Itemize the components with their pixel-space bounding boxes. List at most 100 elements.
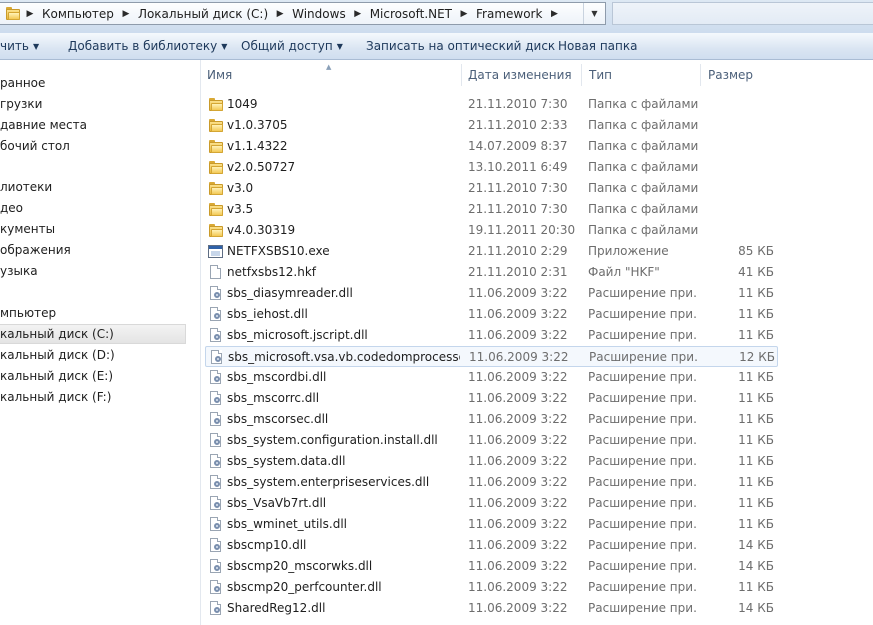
file-row[interactable]: v1.0.3705 21.11.2010 2:33 Папка с файлами [205, 115, 778, 136]
column-divider[interactable] [461, 64, 462, 86]
file-row[interactable]: sbs_VsaVb7rt.dll 11.06.2009 3:22 Расширени… [205, 493, 778, 514]
breadcrumb-separator[interactable]: ▶ [274, 9, 286, 19]
file-type: Папка с файлами [588, 181, 698, 195]
breadcrumb-computer[interactable]: Компьютер [36, 7, 120, 21]
file-name: sbs_wminet_utils.dll [227, 517, 347, 531]
file-row[interactable]: sbs_system.configuration.install.dll 11.0… [205, 430, 778, 451]
add-to-library-label: Добавить в библиотеку [68, 39, 218, 53]
file-row[interactable]: NETFXSBS10.exe 21.11.2010 2:29 Приложение 8… [205, 241, 778, 262]
file-row[interactable]: sbs_microsoft.vsa.vb.codedomprocessor...… [205, 346, 778, 367]
chevron-down-icon[interactable]: ▼ [583, 3, 605, 24]
file-row[interactable]: netfxsbs12.hkf 21.11.2010 2:31 Файл "HKF" 4… [205, 262, 778, 283]
breadcrumb-framework[interactable]: Framework [470, 7, 548, 21]
file-row[interactable]: sbs_microsoft.jscript.dll 11.06.2009 3:22… [205, 325, 778, 346]
file-type: Расширение при... [588, 454, 698, 468]
breadcrumb-local-disk-c[interactable]: Локальный диск (C:) [132, 7, 274, 21]
file-name: 1049 [227, 97, 258, 111]
dll-icon [208, 391, 224, 406]
file-size: 11 КБ [738, 307, 774, 321]
column-header-name[interactable]: Имя [207, 62, 232, 88]
file-row[interactable]: sbs_diasymreader.dll 11.06.2009 3:22 Расши… [205, 283, 778, 304]
dll-icon [208, 307, 224, 322]
new-folder-button[interactable]: Новая папка [558, 39, 637, 53]
file-size: 11 КБ [738, 517, 774, 531]
file-row[interactable]: sbscmp10.dll 11.06.2009 3:22 Расширение пр… [205, 535, 778, 556]
dll-icon [208, 559, 224, 574]
address-bar[interactable]: ▶ Компьютер ▶ Локальный диск (C:) ▶ Wind… [0, 2, 606, 25]
nav-item-downloads[interactable]: грузки [0, 94, 42, 114]
file-row[interactable]: v2.0.50727 13.10.2011 6:49 Папка с файлами [205, 157, 778, 178]
nav-item-video[interactable]: део [0, 198, 23, 218]
file-row[interactable]: SharedReg12.dll 11.06.2009 3:22 Расширение… [205, 598, 778, 619]
file-size [705, 115, 774, 136]
breadcrumb-separator[interactable]: ▶ [352, 9, 364, 19]
breadcrumb-separator[interactable]: ▶ [24, 9, 36, 19]
file-row[interactable]: sbs_mscordbi.dll 11.06.2009 3:22 Расширени… [205, 367, 778, 388]
file-size: 12 КБ [739, 350, 775, 364]
file-row[interactable]: sbs_mscorsec.dll 11.06.2009 3:22 Расширени… [205, 409, 778, 430]
nav-item-local-disk-c[interactable]: кальный диск (C:) [0, 324, 186, 344]
column-header-type[interactable]: Тип [589, 62, 612, 88]
file-type: Расширение при... [588, 475, 698, 489]
breadcrumb-separator[interactable]: ▶ [120, 9, 132, 19]
file-row[interactable]: sbs_iehost.dll 11.06.2009 3:22 Расширение … [205, 304, 778, 325]
burn-button[interactable]: Записать на оптический диск [366, 39, 555, 53]
dll-icon [208, 475, 224, 490]
file-row[interactable]: v1.1.4322 14.07.2009 8:37 Папка с файлами [205, 136, 778, 157]
file-row[interactable]: sbscmp20_perfcounter.dll 11.06.2009 3:22 Р… [205, 577, 778, 598]
file-type: Расширение при... [588, 517, 698, 531]
file-size: 11 КБ [738, 580, 774, 594]
file-row[interactable]: 1049 21.11.2010 7:30 Папка с файлами [205, 94, 778, 115]
column-header-size[interactable]: Размер [708, 62, 753, 88]
organize-button[interactable]: чить ▼ [0, 39, 39, 53]
file-type: Расширение при... [588, 328, 698, 342]
breadcrumb-separator[interactable]: ▶ [548, 9, 560, 19]
file-row[interactable]: sbs_system.data.dll 11.06.2009 3:22 Расшир… [205, 451, 778, 472]
search-box[interactable] [612, 2, 873, 25]
file-row[interactable]: sbs_wminet_utils.dll 11.06.2009 3:22 Расши… [205, 514, 778, 535]
file-row[interactable]: v4.0.30319 19.11.2011 20:30 Папка с файлам… [205, 220, 778, 241]
file-row[interactable]: sbs_system.enterpriseservices.dll 11.06.2… [205, 472, 778, 493]
nav-item-libraries[interactable]: лиотеки [0, 177, 52, 197]
nav-item-local-disk-d[interactable]: кальный диск (D:) [0, 345, 115, 365]
breadcrumb-microsoft-net[interactable]: Microsoft.NET [364, 7, 458, 21]
breadcrumb-windows[interactable]: Windows [286, 7, 352, 21]
nav-item-desktop[interactable]: бочий стол [0, 136, 70, 156]
file-name: netfxsbs12.hkf [227, 265, 317, 279]
column-divider[interactable] [581, 64, 582, 86]
add-to-library-button[interactable]: Добавить в библиотеку ▼ [68, 39, 227, 53]
file-name: NETFXSBS10.exe [227, 244, 330, 258]
dll-icon [208, 580, 224, 595]
chevron-down-icon: ▼ [32, 42, 40, 51]
folder-icon [208, 97, 224, 112]
folder-icon [208, 118, 224, 133]
file-row[interactable]: v3.0 21.11.2010 7:30 Папка с файлами [205, 178, 778, 199]
column-header-date[interactable]: Дата изменения [468, 62, 572, 88]
nav-item-computer[interactable]: мпьютер [0, 303, 56, 323]
file-size [705, 136, 774, 157]
share-with-button[interactable]: Общий доступ ▼ [241, 39, 343, 53]
pane-splitter[interactable] [200, 60, 201, 625]
burn-label: Записать на оптический диск [366, 39, 556, 53]
file-type: Папка с файлами [588, 139, 698, 153]
file-size: 85 КБ [738, 244, 774, 258]
nav-item-recent-places[interactable]: давние места [0, 115, 87, 135]
nav-item-documents[interactable]: кументы [0, 219, 55, 239]
file-type: Расширение при... [588, 412, 698, 426]
file-row[interactable]: v3.5 21.11.2010 7:30 Папка с файлами [205, 199, 778, 220]
file-date-modified: 11.06.2009 3:22 [468, 370, 568, 384]
file-row[interactable]: sbs_mscorrc.dll 11.06.2009 3:22 Расширение… [205, 388, 778, 409]
nav-item-local-disk-e[interactable]: кальный диск (E:) [0, 366, 113, 386]
file-type: Расширение при... [588, 391, 698, 405]
nav-item-local-disk-f[interactable]: кальный диск (F:) [0, 387, 111, 407]
dll-icon [208, 370, 224, 385]
file-row[interactable]: sbscmp20_mscorwks.dll 11.06.2009 3:22 Расш… [205, 556, 778, 577]
column-divider[interactable] [700, 64, 701, 86]
nav-item-favorites[interactable]: ранное [0, 73, 45, 93]
file-date-modified: 21.11.2010 2:29 [468, 244, 568, 258]
nav-item-music[interactable]: узыка [0, 261, 38, 281]
nav-item-pictures[interactable]: ображения [0, 240, 71, 260]
breadcrumb-separator[interactable]: ▶ [458, 9, 470, 19]
file-type: Папка с файлами [588, 160, 698, 174]
file-size: 11 КБ [738, 391, 774, 405]
